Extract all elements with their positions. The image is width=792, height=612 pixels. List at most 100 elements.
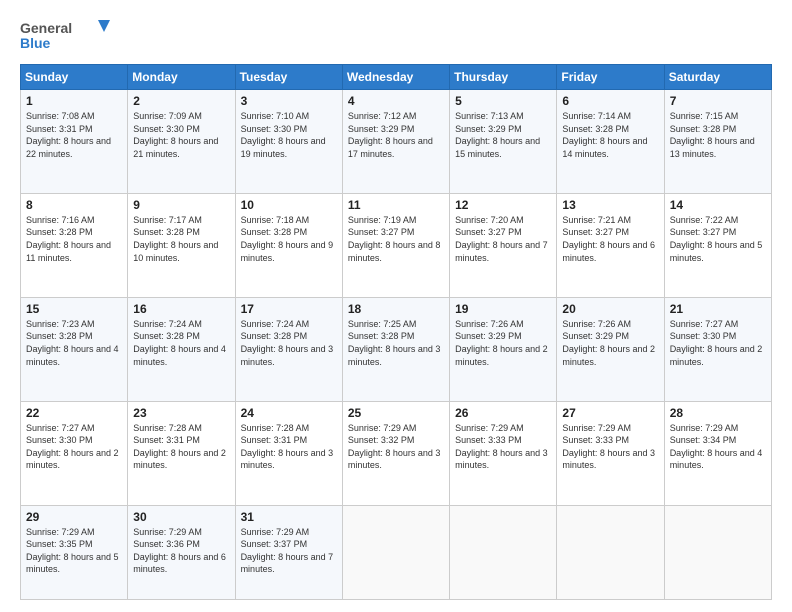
day-number: 4 <box>348 94 444 108</box>
day-info: Sunrise: 7:28 AM Sunset: 3:31 PM Dayligh… <box>241 422 337 472</box>
day-number: 30 <box>133 510 229 524</box>
day-header-sunday: Sunday <box>21 65 128 90</box>
day-number: 5 <box>455 94 551 108</box>
calendar-cell: 5 Sunrise: 7:13 AM Sunset: 3:29 PM Dayli… <box>450 90 557 194</box>
calendar-cell <box>450 505 557 600</box>
day-number: 13 <box>562 198 658 212</box>
day-header-tuesday: Tuesday <box>235 65 342 90</box>
day-number: 22 <box>26 406 122 420</box>
calendar-cell: 20 Sunrise: 7:26 AM Sunset: 3:29 PM Dayl… <box>557 297 664 401</box>
calendar-cell: 14 Sunrise: 7:22 AM Sunset: 3:27 PM Dayl… <box>664 193 771 297</box>
calendar-week-2: 8 Sunrise: 7:16 AM Sunset: 3:28 PM Dayli… <box>21 193 772 297</box>
logo-svg: General Blue <box>20 18 110 54</box>
day-info: Sunrise: 7:21 AM Sunset: 3:27 PM Dayligh… <box>562 214 658 264</box>
calendar-cell: 17 Sunrise: 7:24 AM Sunset: 3:28 PM Dayl… <box>235 297 342 401</box>
day-info: Sunrise: 7:29 AM Sunset: 3:32 PM Dayligh… <box>348 422 444 472</box>
calendar-cell: 8 Sunrise: 7:16 AM Sunset: 3:28 PM Dayli… <box>21 193 128 297</box>
calendar-week-5: 29 Sunrise: 7:29 AM Sunset: 3:35 PM Dayl… <box>21 505 772 600</box>
day-info: Sunrise: 7:17 AM Sunset: 3:28 PM Dayligh… <box>133 214 229 264</box>
calendar-cell: 18 Sunrise: 7:25 AM Sunset: 3:28 PM Dayl… <box>342 297 449 401</box>
day-info: Sunrise: 7:29 AM Sunset: 3:35 PM Dayligh… <box>26 526 122 576</box>
day-info: Sunrise: 7:24 AM Sunset: 3:28 PM Dayligh… <box>133 318 229 368</box>
calendar-cell: 11 Sunrise: 7:19 AM Sunset: 3:27 PM Dayl… <box>342 193 449 297</box>
header: General Blue <box>20 18 772 54</box>
day-info: Sunrise: 7:15 AM Sunset: 3:28 PM Dayligh… <box>670 110 766 160</box>
calendar-cell: 23 Sunrise: 7:28 AM Sunset: 3:31 PM Dayl… <box>128 401 235 505</box>
calendar-cell: 4 Sunrise: 7:12 AM Sunset: 3:29 PM Dayli… <box>342 90 449 194</box>
calendar-cell: 21 Sunrise: 7:27 AM Sunset: 3:30 PM Dayl… <box>664 297 771 401</box>
day-number: 26 <box>455 406 551 420</box>
day-info: Sunrise: 7:22 AM Sunset: 3:27 PM Dayligh… <box>670 214 766 264</box>
calendar-cell: 22 Sunrise: 7:27 AM Sunset: 3:30 PM Dayl… <box>21 401 128 505</box>
calendar-week-4: 22 Sunrise: 7:27 AM Sunset: 3:30 PM Dayl… <box>21 401 772 505</box>
calendar-cell: 6 Sunrise: 7:14 AM Sunset: 3:28 PM Dayli… <box>557 90 664 194</box>
day-number: 8 <box>26 198 122 212</box>
calendar-cell <box>342 505 449 600</box>
day-number: 2 <box>133 94 229 108</box>
day-info: Sunrise: 7:29 AM Sunset: 3:34 PM Dayligh… <box>670 422 766 472</box>
day-number: 18 <box>348 302 444 316</box>
day-header-wednesday: Wednesday <box>342 65 449 90</box>
day-number: 28 <box>670 406 766 420</box>
day-info: Sunrise: 7:12 AM Sunset: 3:29 PM Dayligh… <box>348 110 444 160</box>
day-number: 10 <box>241 198 337 212</box>
day-number: 31 <box>241 510 337 524</box>
calendar-week-1: 1 Sunrise: 7:08 AM Sunset: 3:31 PM Dayli… <box>21 90 772 194</box>
calendar-week-3: 15 Sunrise: 7:23 AM Sunset: 3:28 PM Dayl… <box>21 297 772 401</box>
day-header-saturday: Saturday <box>664 65 771 90</box>
calendar-cell: 25 Sunrise: 7:29 AM Sunset: 3:32 PM Dayl… <box>342 401 449 505</box>
calendar-cell: 19 Sunrise: 7:26 AM Sunset: 3:29 PM Dayl… <box>450 297 557 401</box>
calendar-cell: 10 Sunrise: 7:18 AM Sunset: 3:28 PM Dayl… <box>235 193 342 297</box>
logo: General Blue <box>20 18 110 54</box>
svg-text:General: General <box>20 20 72 36</box>
day-number: 16 <box>133 302 229 316</box>
day-info: Sunrise: 7:26 AM Sunset: 3:29 PM Dayligh… <box>455 318 551 368</box>
day-info: Sunrise: 7:20 AM Sunset: 3:27 PM Dayligh… <box>455 214 551 264</box>
calendar-cell <box>557 505 664 600</box>
day-info: Sunrise: 7:14 AM Sunset: 3:28 PM Dayligh… <box>562 110 658 160</box>
day-number: 15 <box>26 302 122 316</box>
day-info: Sunrise: 7:29 AM Sunset: 3:33 PM Dayligh… <box>562 422 658 472</box>
calendar-table: SundayMondayTuesdayWednesdayThursdayFrid… <box>20 64 772 600</box>
day-info: Sunrise: 7:25 AM Sunset: 3:28 PM Dayligh… <box>348 318 444 368</box>
day-info: Sunrise: 7:24 AM Sunset: 3:28 PM Dayligh… <box>241 318 337 368</box>
day-info: Sunrise: 7:29 AM Sunset: 3:36 PM Dayligh… <box>133 526 229 576</box>
day-info: Sunrise: 7:27 AM Sunset: 3:30 PM Dayligh… <box>26 422 122 472</box>
calendar-cell: 1 Sunrise: 7:08 AM Sunset: 3:31 PM Dayli… <box>21 90 128 194</box>
day-number: 27 <box>562 406 658 420</box>
day-number: 12 <box>455 198 551 212</box>
day-number: 3 <box>241 94 337 108</box>
calendar-cell: 26 Sunrise: 7:29 AM Sunset: 3:33 PM Dayl… <box>450 401 557 505</box>
day-number: 23 <box>133 406 229 420</box>
day-info: Sunrise: 7:23 AM Sunset: 3:28 PM Dayligh… <box>26 318 122 368</box>
calendar-cell: 2 Sunrise: 7:09 AM Sunset: 3:30 PM Dayli… <box>128 90 235 194</box>
calendar-cell: 13 Sunrise: 7:21 AM Sunset: 3:27 PM Dayl… <box>557 193 664 297</box>
calendar-cell: 9 Sunrise: 7:17 AM Sunset: 3:28 PM Dayli… <box>128 193 235 297</box>
calendar-cell: 27 Sunrise: 7:29 AM Sunset: 3:33 PM Dayl… <box>557 401 664 505</box>
day-number: 20 <box>562 302 658 316</box>
day-info: Sunrise: 7:18 AM Sunset: 3:28 PM Dayligh… <box>241 214 337 264</box>
day-number: 14 <box>670 198 766 212</box>
calendar-cell: 7 Sunrise: 7:15 AM Sunset: 3:28 PM Dayli… <box>664 90 771 194</box>
calendar-cell: 15 Sunrise: 7:23 AM Sunset: 3:28 PM Dayl… <box>21 297 128 401</box>
day-info: Sunrise: 7:09 AM Sunset: 3:30 PM Dayligh… <box>133 110 229 160</box>
day-number: 24 <box>241 406 337 420</box>
day-number: 17 <box>241 302 337 316</box>
day-header-monday: Monday <box>128 65 235 90</box>
day-info: Sunrise: 7:16 AM Sunset: 3:28 PM Dayligh… <box>26 214 122 264</box>
day-number: 1 <box>26 94 122 108</box>
calendar-cell: 3 Sunrise: 7:10 AM Sunset: 3:30 PM Dayli… <box>235 90 342 194</box>
calendar-cell <box>664 505 771 600</box>
day-number: 7 <box>670 94 766 108</box>
day-number: 6 <box>562 94 658 108</box>
day-info: Sunrise: 7:26 AM Sunset: 3:29 PM Dayligh… <box>562 318 658 368</box>
calendar-cell: 31 Sunrise: 7:29 AM Sunset: 3:37 PM Dayl… <box>235 505 342 600</box>
day-info: Sunrise: 7:08 AM Sunset: 3:31 PM Dayligh… <box>26 110 122 160</box>
calendar-cell: 16 Sunrise: 7:24 AM Sunset: 3:28 PM Dayl… <box>128 297 235 401</box>
day-number: 21 <box>670 302 766 316</box>
calendar-header-row: SundayMondayTuesdayWednesdayThursdayFrid… <box>21 65 772 90</box>
day-info: Sunrise: 7:29 AM Sunset: 3:33 PM Dayligh… <box>455 422 551 472</box>
day-number: 11 <box>348 198 444 212</box>
day-info: Sunrise: 7:19 AM Sunset: 3:27 PM Dayligh… <box>348 214 444 264</box>
day-info: Sunrise: 7:28 AM Sunset: 3:31 PM Dayligh… <box>133 422 229 472</box>
